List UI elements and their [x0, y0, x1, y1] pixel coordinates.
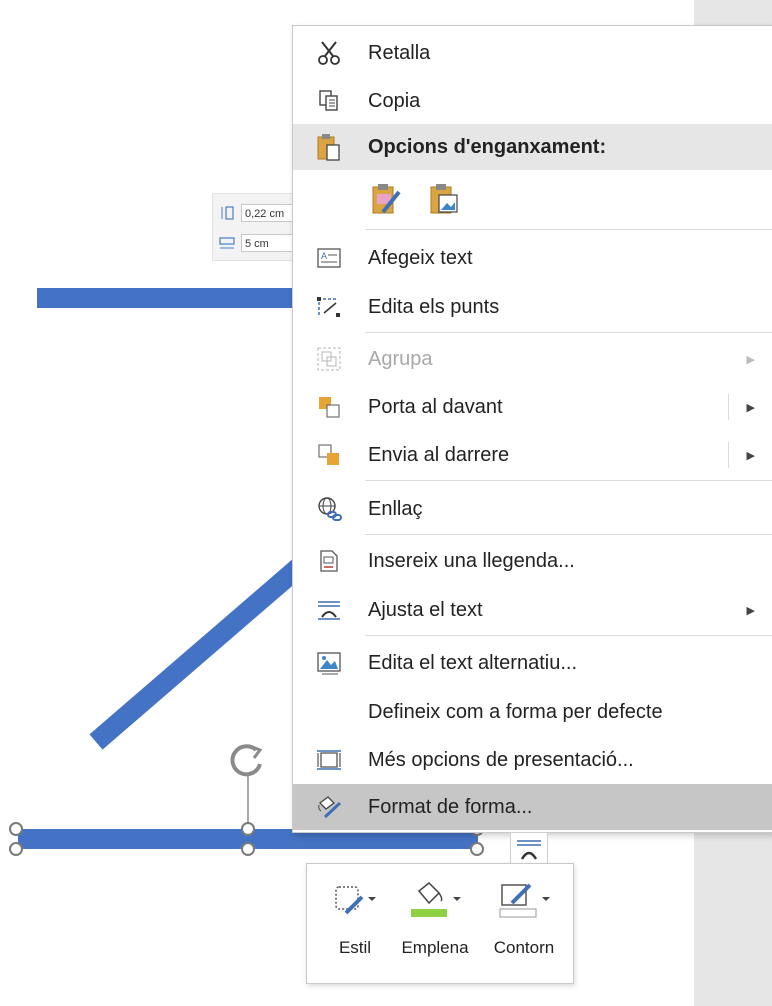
shape-style-icon — [317, 878, 393, 924]
submenu-arrow-icon[interactable]: ▶ — [747, 449, 755, 462]
paste-icon — [315, 133, 343, 161]
menu-item-add-text[interactable]: A Afegeix text — [293, 235, 772, 281]
menu-item-label: Edita els punts — [368, 295, 500, 318]
menu-item-copy[interactable]: Copia — [293, 78, 772, 124]
edit-points-icon — [315, 293, 343, 321]
menu-item-label: Copia — [368, 89, 421, 112]
menu-item-label: Defineix com a forma per defecte — [368, 700, 663, 723]
menu-item-insert-caption[interactable]: Insereix una llegenda... — [293, 538, 772, 584]
menu-divider — [365, 534, 772, 535]
resize-handle[interactable] — [241, 822, 255, 836]
add-text-icon: A — [315, 244, 343, 272]
menu-item-edit-points[interactable]: Edita els punts — [293, 284, 772, 330]
style-label: Estil — [338, 938, 372, 957]
menu-item-label: Agrupa — [368, 347, 433, 370]
paste-picture-icon[interactable] — [426, 181, 462, 217]
outline-button[interactable]: Contorn — [479, 864, 569, 983]
alt-text-icon — [315, 649, 343, 677]
send-backward-icon — [315, 441, 343, 469]
menu-item-bring-forward[interactable]: Porta al davant ▶ — [293, 384, 772, 430]
menu-item-label: Opcions d'enganxament: — [368, 135, 607, 158]
menu-divider — [365, 635, 772, 636]
menu-item-alt-text[interactable]: Edita el text alternatiu... — [293, 640, 772, 686]
paste-options-row — [368, 174, 462, 224]
insert-caption-icon — [315, 547, 343, 575]
menu-item-cut[interactable]: Retalla — [293, 30, 772, 76]
split-separator — [728, 394, 729, 420]
svg-text:A: A — [321, 251, 327, 261]
outline-pen-icon — [479, 878, 569, 924]
wrap-text-icon — [315, 596, 343, 624]
diagonal-line-shape — [89, 558, 307, 750]
submenu-arrow-icon: ▶ — [746, 604, 755, 617]
context-menu: Retalla Copia Opcions d'enganxament: A A… — [292, 25, 772, 833]
menu-item-format-shape[interactable]: Format de forma... — [293, 784, 772, 830]
menu-item-label: Envia al darrere — [368, 443, 510, 466]
fill-bucket-icon — [393, 878, 477, 924]
fill-label: Emplena — [401, 938, 469, 957]
format-shape-icon — [315, 793, 343, 821]
paste-options-header: Opcions d'enganxament: — [293, 124, 772, 170]
menu-item-layout-options[interactable]: Més opcions de presentació... — [293, 737, 772, 783]
paste-keep-formatting-icon[interactable] — [368, 181, 404, 217]
resize-handle[interactable] — [241, 842, 255, 856]
outline-label: Contorn — [493, 938, 555, 957]
layout-options-icon — [517, 840, 541, 860]
resize-handle[interactable] — [9, 842, 23, 856]
menu-item-label: Insereix una llegenda... — [368, 549, 575, 572]
mini-toolbar: Estil Emplena Contorn — [306, 863, 574, 984]
menu-item-label: Ajusta el text — [368, 598, 483, 621]
menu-item-set-default-shape[interactable]: Defineix com a forma per defecte — [293, 689, 772, 735]
menu-item-label: Més opcions de presentació... — [368, 748, 634, 771]
menu-divider — [365, 480, 772, 481]
split-separator — [728, 442, 729, 468]
scissors-icon — [315, 39, 343, 67]
menu-item-label: Porta al davant — [368, 395, 503, 418]
menu-item-send-backward[interactable]: Envia al darrere ▶ — [293, 432, 772, 478]
copy-icon — [315, 87, 343, 115]
submenu-arrow-icon: ▶ — [746, 353, 755, 366]
layout-options-icon — [315, 746, 343, 774]
fill-button[interactable]: Emplena — [393, 864, 477, 983]
link-icon — [315, 495, 343, 523]
menu-item-label: Afegeix text — [368, 246, 473, 269]
menu-divider — [365, 229, 772, 230]
menu-item-group: Agrupa ▶ — [293, 336, 772, 382]
menu-item-link[interactable]: Enllaç — [293, 486, 772, 532]
style-button[interactable]: Estil — [317, 864, 393, 983]
bring-forward-icon — [315, 393, 343, 421]
submenu-arrow-icon[interactable]: ▶ — [747, 401, 755, 414]
menu-item-wrap-text[interactable]: Ajusta el text ▶ — [293, 587, 772, 633]
menu-item-label: Retalla — [368, 41, 431, 64]
menu-item-label: Edita el text alternatiu... — [368, 651, 578, 674]
menu-divider — [365, 332, 772, 333]
group-icon — [315, 345, 343, 373]
resize-handle[interactable] — [470, 842, 484, 856]
menu-item-label: Format de forma... — [368, 795, 533, 818]
rotate-handle-icon[interactable] — [226, 740, 270, 784]
resize-handle[interactable] — [9, 822, 23, 836]
layout-options-button[interactable] — [510, 832, 548, 864]
menu-item-label: Enllaç — [368, 497, 423, 520]
